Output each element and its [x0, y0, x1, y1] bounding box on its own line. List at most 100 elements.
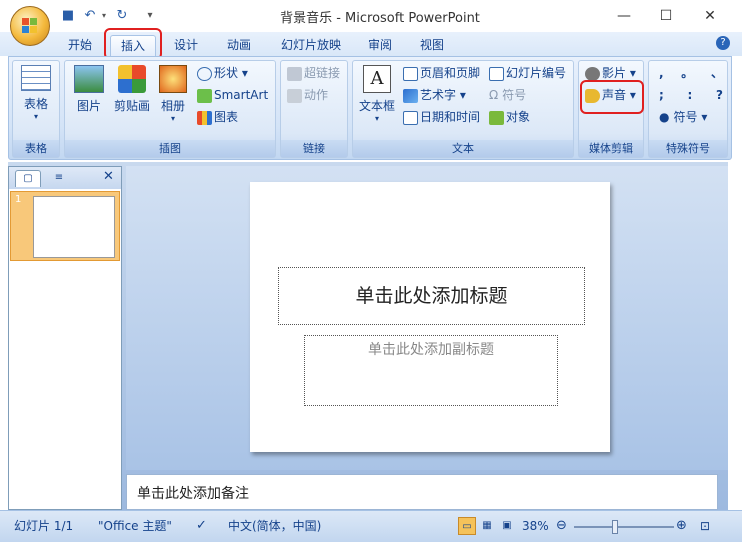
picture-button[interactable]: 图片 — [71, 65, 107, 114]
chart-button[interactable]: 图表 — [197, 108, 238, 126]
tab-slideshow[interactable]: 幻灯片放映 — [272, 35, 350, 56]
special-symbol-button[interactable]: ● 符号 ▾ — [659, 108, 707, 126]
comma-symbol-button[interactable]: , — [659, 64, 664, 82]
calendar-icon — [403, 110, 418, 125]
group-links: 超链接 动作 链接 — [280, 60, 348, 158]
group-special-symbols: , 。 、 ; : ? ● 符号 ▾ 特殊符号 — [648, 60, 728, 158]
slide-canvas[interactable]: 单击此处添加标题 单击此处添加副标题 — [250, 182, 610, 452]
title-placeholder[interactable]: 单击此处添加标题 — [278, 267, 585, 325]
picture-icon — [74, 65, 104, 93]
close-pane-icon[interactable]: ✕ — [103, 169, 114, 184]
object-button[interactable]: 对象 — [489, 108, 530, 126]
enum-comma-symbol-button[interactable]: 、 — [711, 64, 723, 82]
window-title: 背景音乐 - Microsoft PowerPoint — [280, 11, 480, 26]
group-table: 表格 ▾ 表格 — [12, 60, 60, 158]
group-label: 文本 — [353, 140, 573, 157]
slide-number-icon — [489, 66, 504, 81]
special-symbol-label: 符号 — [673, 110, 698, 124]
slides-tab-icon[interactable]: ▢ — [15, 170, 41, 187]
punct-row-1: , 。 、 — [659, 64, 723, 82]
tab-home[interactable]: 开始 — [60, 35, 100, 56]
notes-pane[interactable]: 单击此处添加备注 — [126, 474, 718, 510]
group-label: 媒体剪辑 — [579, 140, 643, 157]
shapes-button[interactable]: 形状 ▾ — [197, 64, 248, 82]
maximize-button[interactable]: ☐ — [654, 6, 678, 26]
textbox-label: 文本框 — [358, 99, 395, 113]
tab-review[interactable]: 审阅 — [360, 35, 400, 56]
action-button[interactable]: 动作 — [287, 86, 328, 104]
object-label: 对象 — [506, 110, 531, 124]
subtitle-placeholder[interactable]: 单击此处添加副标题 — [304, 335, 558, 406]
save-icon[interactable]: ■ — [60, 8, 76, 24]
symbol-label: 符号 — [502, 88, 527, 102]
chart-icon — [197, 110, 212, 125]
chevron-down-icon: ▾ — [374, 114, 379, 123]
smartart-label: SmartArt — [214, 88, 269, 102]
normal-view-icon[interactable]: ▭ — [458, 517, 476, 535]
hyperlink-icon — [287, 66, 302, 81]
omega-icon: Ω — [489, 88, 499, 102]
movie-icon — [585, 66, 600, 81]
semicolon-symbol-button[interactable]: ; — [659, 86, 664, 104]
question-symbol-button[interactable]: ? — [716, 86, 723, 104]
zoom-slider-thumb[interactable] — [612, 520, 618, 534]
header-footer-icon — [403, 66, 418, 81]
group-label: 表格 — [13, 140, 59, 157]
group-illustrations: 图片 剪贴画 相册 ▾ 形状 ▾ SmartArt 图表 插图 — [64, 60, 276, 158]
wordart-icon — [403, 88, 418, 103]
fit-slide-icon[interactable]: ⊡ — [700, 517, 710, 535]
header-footer-button[interactable]: 页眉和页脚 — [403, 64, 480, 82]
theme-status: "Office 主题" — [98, 519, 172, 533]
zoom-level[interactable]: 38% — [522, 517, 549, 535]
group-label: 插图 — [65, 140, 275, 157]
symbol-button[interactable]: Ω 符号 — [489, 86, 526, 104]
tab-animations[interactable]: 动画 — [218, 35, 260, 56]
zoom-slider-track[interactable] — [574, 526, 674, 528]
wordart-label: 艺术字 — [420, 88, 457, 102]
tab-design[interactable]: 设计 — [166, 35, 206, 56]
tab-view[interactable]: 视图 — [412, 35, 452, 56]
redo-icon[interactable]: ↻ — [114, 8, 130, 24]
hyperlink-button[interactable]: 超链接 — [287, 64, 340, 82]
table-button[interactable]: 表格 ▾ — [17, 65, 55, 121]
action-label: 动作 — [304, 88, 329, 102]
slide-thumbnail — [33, 196, 115, 258]
photo-album-icon — [159, 65, 187, 93]
outline-tab-icon[interactable]: ≡ — [45, 170, 73, 187]
punct-row-2: ; : ? — [659, 86, 723, 104]
clipart-button[interactable]: 剪贴画 — [109, 65, 155, 114]
chart-label: 图表 — [214, 110, 239, 124]
spellcheck-icon[interactable]: ✓ — [196, 517, 207, 535]
customize-qat-icon[interactable]: ▾ — [142, 8, 158, 24]
office-logo-part — [30, 18, 37, 25]
undo-dropdown-icon[interactable]: ▾ — [96, 8, 112, 24]
group-text: A 文本框 ▾ 页眉和页脚 艺术字 ▾ 日期和时间 幻灯片编号 Ω 符号 对象 文… — [352, 60, 574, 158]
clipart-icon — [118, 65, 146, 93]
slideshow-view-icon[interactable]: ▣ — [498, 517, 516, 535]
close-button[interactable]: ✕ — [698, 6, 722, 26]
zoom-out-icon[interactable]: ⊖ — [556, 517, 567, 535]
zoom-in-icon[interactable]: ⊕ — [676, 517, 687, 535]
shapes-icon — [197, 66, 212, 81]
hyperlink-label: 超链接 — [304, 66, 341, 80]
minimize-button[interactable]: — — [612, 6, 636, 26]
photo-album-button[interactable]: 相册 ▾ — [155, 65, 191, 123]
slide-number-button[interactable]: 幻灯片编号 — [489, 64, 566, 82]
textbox-button[interactable]: A 文本框 ▾ — [357, 65, 397, 123]
help-icon[interactable]: ? — [716, 36, 730, 50]
language-status[interactable]: 中文(简体，中国) — [228, 517, 321, 535]
chevron-down-icon: ▾ — [33, 112, 38, 121]
object-icon — [489, 110, 504, 125]
slide-sorter-icon[interactable]: ▦ — [478, 517, 496, 535]
picture-label: 图片 — [76, 99, 101, 113]
slide-number-label: 幻灯片编号 — [506, 66, 567, 80]
slide-thumbnail-selected[interactable]: 1 — [10, 191, 120, 261]
smartart-button[interactable]: SmartArt — [197, 86, 268, 104]
office-button[interactable] — [10, 6, 50, 46]
datetime-button[interactable]: 日期和时间 — [403, 108, 480, 126]
colon-symbol-button[interactable]: : — [688, 86, 693, 104]
wordart-button[interactable]: 艺术字 ▾ — [403, 86, 466, 104]
action-icon — [287, 88, 302, 103]
period-symbol-button[interactable]: 。 — [681, 64, 693, 82]
slide-count-status: 幻灯片 1/1 — [14, 519, 74, 533]
